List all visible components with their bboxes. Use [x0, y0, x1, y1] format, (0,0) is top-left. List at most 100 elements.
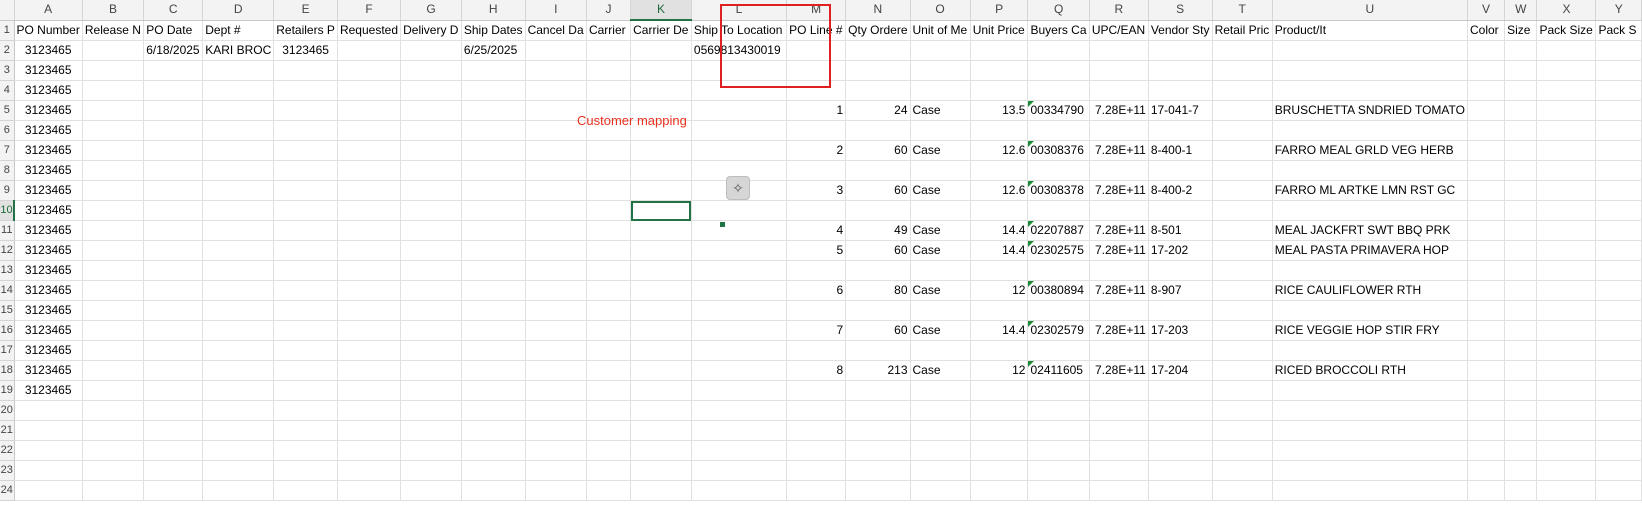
cell-m15[interactable]: [786, 300, 847, 321]
cell-f12[interactable]: [337, 240, 402, 261]
cell-p22[interactable]: [970, 440, 1029, 461]
cell-x6[interactable]: [1536, 120, 1597, 141]
cell-g12[interactable]: [400, 240, 462, 261]
cell-k3[interactable]: [630, 60, 692, 81]
cell-n7[interactable]: 60: [845, 140, 911, 161]
cell-t23[interactable]: [1212, 460, 1273, 481]
cell-h14[interactable]: [461, 280, 526, 301]
cell-n8[interactable]: [845, 160, 911, 181]
cell-e7[interactable]: [273, 140, 338, 161]
cell-k10[interactable]: [630, 200, 692, 221]
cell-a18[interactable]: 3123465: [14, 360, 83, 381]
cell-o7[interactable]: Case: [910, 140, 971, 161]
cell-p14[interactable]: 12: [970, 280, 1029, 301]
cell-r19[interactable]: [1089, 380, 1149, 401]
cell-v16[interactable]: [1467, 320, 1506, 341]
cell-d6[interactable]: [202, 120, 275, 141]
cell-h12[interactable]: [461, 240, 526, 261]
cell-v3[interactable]: [1467, 60, 1506, 81]
cell-s13[interactable]: [1148, 260, 1213, 281]
cell-c18[interactable]: [143, 360, 204, 381]
cell-i12[interactable]: [525, 240, 587, 261]
column-header-l[interactable]: L: [691, 0, 788, 21]
cell-a5[interactable]: 3123465: [14, 100, 83, 121]
cell-l1[interactable]: Ship To Location: [691, 20, 788, 41]
cell-b24[interactable]: [82, 480, 145, 501]
cell-p2[interactable]: [970, 40, 1029, 61]
cell-t14[interactable]: [1212, 280, 1273, 301]
cell-n22[interactable]: [845, 440, 911, 461]
cell-p8[interactable]: [970, 160, 1029, 181]
cell-j14[interactable]: [586, 280, 632, 301]
cell-e10[interactable]: [273, 200, 338, 221]
cell-v14[interactable]: [1467, 280, 1506, 301]
cell-m3[interactable]: [786, 60, 847, 81]
cell-p11[interactable]: 14.4: [970, 220, 1029, 241]
cell-b21[interactable]: [82, 420, 145, 441]
cell-i9[interactable]: [525, 180, 587, 201]
cell-s12[interactable]: 17-202: [1148, 240, 1213, 261]
cell-i21[interactable]: [525, 420, 587, 441]
cell-i23[interactable]: [525, 460, 587, 481]
cell-g1[interactable]: Delivery D: [400, 20, 462, 41]
column-header-b[interactable]: B: [82, 0, 145, 21]
cell-t8[interactable]: [1212, 160, 1273, 181]
column-header-w[interactable]: W: [1504, 0, 1538, 21]
cell-r22[interactable]: [1089, 440, 1149, 461]
cell-l3[interactable]: [691, 60, 788, 81]
cell-u20[interactable]: [1272, 400, 1468, 421]
cell-w17[interactable]: [1504, 340, 1538, 361]
cell-q9[interactable]: 00308378: [1027, 180, 1090, 201]
cell-g22[interactable]: [400, 440, 462, 461]
cell-o12[interactable]: Case: [910, 240, 971, 261]
cell-c10[interactable]: [143, 200, 204, 221]
cell-g9[interactable]: [400, 180, 462, 201]
cell-a23[interactable]: [14, 460, 83, 481]
cell-u13[interactable]: [1272, 260, 1468, 281]
cell-e8[interactable]: [273, 160, 338, 181]
cell-q1[interactable]: Buyers Ca: [1027, 20, 1090, 41]
row-header-21[interactable]: 21: [0, 420, 15, 441]
cell-m5[interactable]: 1: [786, 100, 847, 121]
cell-g14[interactable]: [400, 280, 462, 301]
row-header-7[interactable]: 7: [0, 140, 15, 161]
cell-s15[interactable]: [1148, 300, 1213, 321]
cell-w11[interactable]: [1504, 220, 1538, 241]
cell-n18[interactable]: 213: [845, 360, 911, 381]
cell-v7[interactable]: [1467, 140, 1506, 161]
row-header-18[interactable]: 18: [0, 360, 15, 381]
cell-f2[interactable]: [337, 40, 402, 61]
cell-g21[interactable]: [400, 420, 462, 441]
cell-g10[interactable]: [400, 200, 462, 221]
cell-k1[interactable]: Carrier De: [630, 20, 692, 41]
cell-k8[interactable]: [630, 160, 692, 181]
cell-e15[interactable]: [273, 300, 338, 321]
cell-b10[interactable]: [82, 200, 145, 221]
cell-n15[interactable]: [845, 300, 911, 321]
cell-s24[interactable]: [1148, 480, 1213, 501]
cell-o15[interactable]: [910, 300, 971, 321]
cell-e3[interactable]: [273, 60, 338, 81]
cell-u17[interactable]: [1272, 340, 1468, 361]
cell-p23[interactable]: [970, 460, 1029, 481]
cell-e11[interactable]: [273, 220, 338, 241]
cell-n11[interactable]: 49: [845, 220, 911, 241]
cell-s5[interactable]: 17-041-7: [1148, 100, 1213, 121]
cell-p1[interactable]: Unit Price: [970, 20, 1029, 41]
cell-e22[interactable]: [273, 440, 338, 461]
cell-s1[interactable]: Vendor Sty: [1148, 20, 1213, 41]
cell-r7[interactable]: 7.28E+11: [1089, 140, 1149, 161]
cell-w12[interactable]: [1504, 240, 1538, 261]
cell-o6[interactable]: [910, 120, 971, 141]
cell-h13[interactable]: [461, 260, 526, 281]
cell-a9[interactable]: 3123465: [14, 180, 83, 201]
cell-f19[interactable]: [337, 380, 402, 401]
cell-t16[interactable]: [1212, 320, 1273, 341]
cell-j23[interactable]: [586, 460, 632, 481]
cell-v13[interactable]: [1467, 260, 1506, 281]
cell-v6[interactable]: [1467, 120, 1506, 141]
column-header-o[interactable]: O: [910, 0, 971, 21]
cell-a1[interactable]: PO Number: [14, 20, 83, 41]
cell-e21[interactable]: [273, 420, 338, 441]
cell-a4[interactable]: 3123465: [14, 80, 83, 101]
